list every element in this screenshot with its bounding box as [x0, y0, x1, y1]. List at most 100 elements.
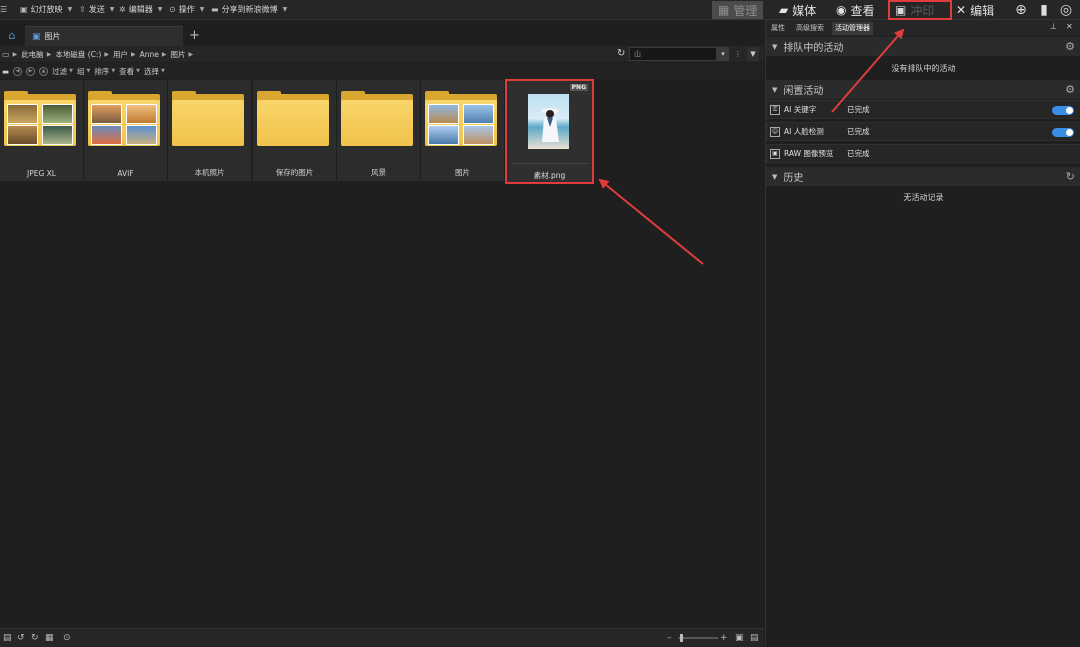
grid-icon: ▦ [718, 3, 730, 17]
view-dropdown[interactable]: 查看 ▼ [119, 66, 140, 77]
breadcrumb-item[interactable]: 此电脑 ▶ [21, 49, 51, 60]
more-options-icon[interactable]: ⋮ [732, 47, 744, 61]
folder-icon [257, 91, 329, 146]
send-menu[interactable]: ⇪ 发送 ▼ [79, 3, 114, 16]
tab-properties[interactable]: 属性 [768, 22, 788, 35]
chevron-down-icon: ▼ [109, 6, 115, 13]
refresh-icon[interactable]: ↻ [617, 48, 625, 59]
chevron-down-icon: ▼ [86, 68, 91, 74]
add-tab-button[interactable]: + [189, 28, 200, 43]
file-type-badge: PNG [569, 84, 588, 91]
image-icon: ▣ [770, 148, 780, 159]
chevron-down-icon: ▼ [161, 68, 165, 74]
chevron-down-icon: ▼ [136, 68, 141, 74]
forward-icon[interactable]: ▶ [26, 66, 36, 76]
breadcrumb-item[interactable]: 用户 ▶ [113, 49, 136, 60]
pictures-icon: ▣ [32, 31, 41, 42]
chevron-right-icon: ▶ [12, 50, 18, 58]
collapse-triangle-icon: ▼ [772, 42, 778, 51]
zoom-in-icon[interactable]: + [720, 633, 728, 643]
chevron-down-icon: ▼ [282, 6, 288, 13]
folder-thumbnail[interactable]: 图片 [421, 80, 504, 181]
slideshow-menu[interactable]: ▣ 幻灯放映 ▼ [20, 3, 72, 16]
zoom-slider[interactable] [678, 634, 718, 642]
editor-menu[interactable]: ✲ 编辑器 ▼ [119, 3, 162, 16]
status-bar: ▤ ↺ ↻ ▦ ⊙ – + ▣ ▤ [0, 628, 764, 647]
breadcrumb-item[interactable]: 图片 ▶ [170, 49, 193, 60]
key-icon: ⚿ [770, 104, 780, 115]
play-icon[interactable]: ⊙ [63, 633, 71, 643]
tab-activity-manager[interactable]: 活动管理器 [832, 22, 873, 35]
grid-small-icon[interactable]: ▦ [45, 633, 54, 643]
zoom-slider-handle[interactable] [680, 634, 683, 642]
folder-icon [88, 91, 160, 146]
send-icon: ⇪ [79, 5, 86, 14]
image-thumbnail-selected[interactable]: PNG 素材.png [505, 79, 594, 184]
image-view-icon[interactable]: ▣ [735, 633, 744, 643]
refresh-icon[interactable]: ↻ [1066, 170, 1075, 183]
gear-icon[interactable]: ⚙ [1065, 40, 1075, 53]
person-icon: ☺ [770, 126, 780, 137]
activity-row-ai-keywords[interactable]: ⚿ AI 关键字 已完成 [766, 100, 1080, 119]
select-dropdown[interactable]: 选择 ▼ [144, 66, 165, 77]
folder-thumbnail[interactable]: 本机照片 [168, 80, 251, 181]
folder-icon [172, 91, 244, 146]
close-icon[interactable]: ✕ [1066, 22, 1073, 31]
breadcrumb-item[interactable]: 本地磁盘 (C:) ▶ [55, 49, 109, 60]
media-icon: ▰ [779, 3, 789, 17]
chevron-down-icon: ▼ [199, 6, 205, 13]
group-dropdown[interactable]: 组 ▼ [77, 66, 90, 77]
globe-icon[interactable]: ⊕ [1013, 2, 1029, 18]
play-circle-icon: ⊙ [169, 5, 176, 14]
home-icon[interactable]: ⌂ [3, 27, 21, 44]
sort-dropdown[interactable]: 排序 ▼ [94, 66, 115, 77]
mode-media-button[interactable]: ▰ 媒体 [779, 1, 816, 19]
queued-section-header[interactable]: ▼ 排队中的活动 ⚙ [766, 37, 1080, 56]
activity-row-ai-face[interactable]: ☺ AI 人脸检测 已完成 [766, 122, 1080, 141]
list-view-icon[interactable]: ▤ [750, 633, 759, 643]
folder-icon[interactable]: ▬ [2, 67, 9, 76]
history-section-header[interactable]: ▼ 历史 ↻ [766, 167, 1080, 186]
chevron-down-icon: ▼ [69, 68, 73, 74]
right-panel: 属性 高级搜索 活动管理器 ⊥ ✕ ▼ 排队中的活动 ⚙ 没有排队中的活动 ▼ … [765, 20, 1080, 647]
folder-thumbnail[interactable]: 风景 [337, 80, 420, 181]
mode-manage-button[interactable]: ▦ 管理 [712, 1, 764, 19]
folder-thumbnail[interactable]: JPEG XL [0, 80, 83, 181]
search-dropdown-button[interactable]: ▾ [717, 47, 729, 61]
chevron-down-icon: ▼ [111, 68, 116, 74]
collapse-triangle-icon: ▼ [772, 85, 778, 94]
eye-settings-icon[interactable]: ◎ [1058, 2, 1074, 18]
filter-icon[interactable]: ▼ [747, 47, 759, 61]
folder-thumbnail[interactable]: AVIF [84, 80, 167, 181]
tab-advanced-search[interactable]: 高级搜索 [793, 22, 827, 35]
up-icon[interactable]: ▲ [39, 66, 49, 76]
activity-row-raw-preview[interactable]: ▣ RAW 图像预览 已完成 [766, 144, 1080, 163]
mode-view-button[interactable]: ◉ 查看 [836, 1, 875, 19]
address-bar[interactable]: ▭ ▶ 此电脑 ▶ 本地磁盘 (C:) ▶ 用户 ▶ Anne ▶ 图片 ▶ ↻ 山 ▾ … [0, 46, 764, 62]
gear-icon[interactable]: ⚙ [1065, 83, 1075, 96]
search-input[interactable]: 山 [629, 47, 717, 61]
stats-icon[interactable]: ▮ [1036, 2, 1052, 18]
toggle-switch[interactable] [1052, 106, 1074, 115]
menu-icon[interactable]: ☰ [0, 3, 7, 16]
rotate-right-icon[interactable]: ↻ [31, 633, 39, 643]
mode-develop-button[interactable]: ▣ 冲印 [888, 0, 952, 20]
toggle-switch[interactable] [1052, 128, 1074, 137]
pin-icon[interactable]: ⊥ [1050, 22, 1057, 31]
action-menu[interactable]: ⊙ 操作 ▼ [169, 3, 204, 16]
mode-edit-button[interactable]: ✕ 编辑 [956, 1, 994, 19]
folder-thumbnail[interactable]: 保存的图片 [253, 80, 336, 181]
save-icon[interactable]: ▤ [3, 633, 12, 643]
idle-section-header[interactable]: ▼ 闲置活动 ⚙ [766, 80, 1080, 99]
tab-pictures[interactable]: ▣ 图片 [25, 26, 183, 46]
panel-tabs: 属性 高级搜索 活动管理器 ⊥ ✕ [766, 20, 1080, 36]
image-preview [528, 94, 569, 149]
breadcrumb-item[interactable]: Anne ▶ [140, 50, 167, 59]
filter-dropdown[interactable]: 过滤 ▼ [52, 66, 73, 77]
share-menu[interactable]: ▬ 分享到新浪微博 ▼ [211, 3, 287, 16]
rotate-left-icon[interactable]: ↺ [17, 633, 25, 643]
zoom-out-icon[interactable]: – [667, 633, 672, 643]
back-icon[interactable]: ◀ [13, 66, 23, 76]
browse-toolbar: ▬ ◀ ▶ ▲ 过滤 ▼ 组 ▼ 排序 ▼ 查看 ▼ 选择 ▼ [0, 63, 764, 79]
collapse-triangle-icon: ▼ [772, 172, 778, 181]
